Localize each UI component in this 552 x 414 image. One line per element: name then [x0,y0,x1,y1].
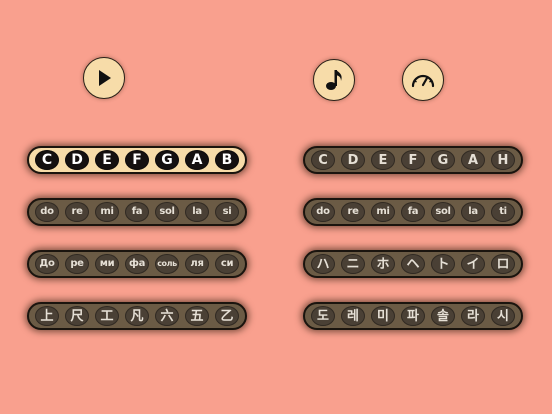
note-la: la [185,202,209,222]
note-a-de: A [461,150,485,170]
note-si-ru: си [215,254,239,274]
note-ni: ニ [341,254,365,274]
note-sol: sol [155,202,179,222]
note-si: si [215,202,239,222]
note-set-russian[interactable]: До ре ми фа соль ля си [27,250,247,278]
play-icon [99,70,111,86]
note-mi-mv: mi [371,202,395,222]
note-g-de: G [431,150,455,170]
note-b: B [215,150,239,170]
note-re-mv: re [341,202,365,222]
note-wu: 五 [185,306,209,326]
note-sol-ko: 솔 [431,306,455,326]
note-do-mv: do [311,202,335,222]
note-fa: fa [125,202,149,222]
note-g: G [155,150,179,170]
note-sol-ru: соль [155,254,179,274]
note-si-ko: 시 [491,306,515,326]
note-liu: 六 [155,306,179,326]
note-c: C [35,150,59,170]
note-ha: ハ [311,254,335,274]
note-re-ru: ре [65,254,89,274]
note-h-de: H [491,150,515,170]
note-he: ヘ [401,254,425,274]
note-do-ru: До [35,254,59,274]
music-note-icon [326,70,342,90]
note-set-korean[interactable]: 도 레 미 파 솔 라 시 [303,302,523,330]
note-pa-ko: 파 [401,306,425,326]
note-set-japanese[interactable]: ハ ニ ホ ヘ ト イ ロ [303,250,523,278]
note-e: E [95,150,119,170]
note-set-letters[interactable]: C D E F G A B [27,146,247,174]
note-sol-mv: sol [431,202,455,222]
note-set-movable-do[interactable]: do re mi fa sol la ti [303,198,523,226]
note-fa-ru: фа [125,254,149,274]
note-la-mv: la [461,202,485,222]
note-set-solfege[interactable]: do re mi fa sol la si [27,198,247,226]
note-i: イ [461,254,485,274]
note-ho: ホ [371,254,395,274]
note-mi-ko: 미 [371,306,395,326]
note-set-german-letters[interactable]: C D E F G A H [303,146,523,174]
music-button[interactable] [313,59,355,101]
note-re-ko: 레 [341,306,365,326]
note-yi: 乙 [215,306,239,326]
note-re: re [65,202,89,222]
note-d-de: D [341,150,365,170]
speed-button[interactable] [402,59,444,101]
note-ra-ko: 라 [461,306,485,326]
note-mi: mi [95,202,119,222]
note-shang: 上 [35,306,59,326]
speedometer-icon [411,74,435,88]
note-ti-mv: ti [491,202,515,222]
note-f: F [125,150,149,170]
note-ro: ロ [491,254,515,274]
note-f-de: F [401,150,425,170]
note-che: 尺 [65,306,89,326]
note-fa-mv: fa [401,202,425,222]
note-a: A [185,150,209,170]
note-to: ト [431,254,455,274]
note-d: D [65,150,89,170]
note-mi-ru: ми [95,254,119,274]
note-gong: 工 [95,306,119,326]
note-do-ko: 도 [311,306,335,326]
note-fan: 凡 [125,306,149,326]
play-button[interactable] [83,57,125,99]
note-la-ru: ля [185,254,209,274]
note-set-gongche[interactable]: 上 尺 工 凡 六 五 乙 [27,302,247,330]
note-do: do [35,202,59,222]
note-e-de: E [371,150,395,170]
note-c-de: C [311,150,335,170]
